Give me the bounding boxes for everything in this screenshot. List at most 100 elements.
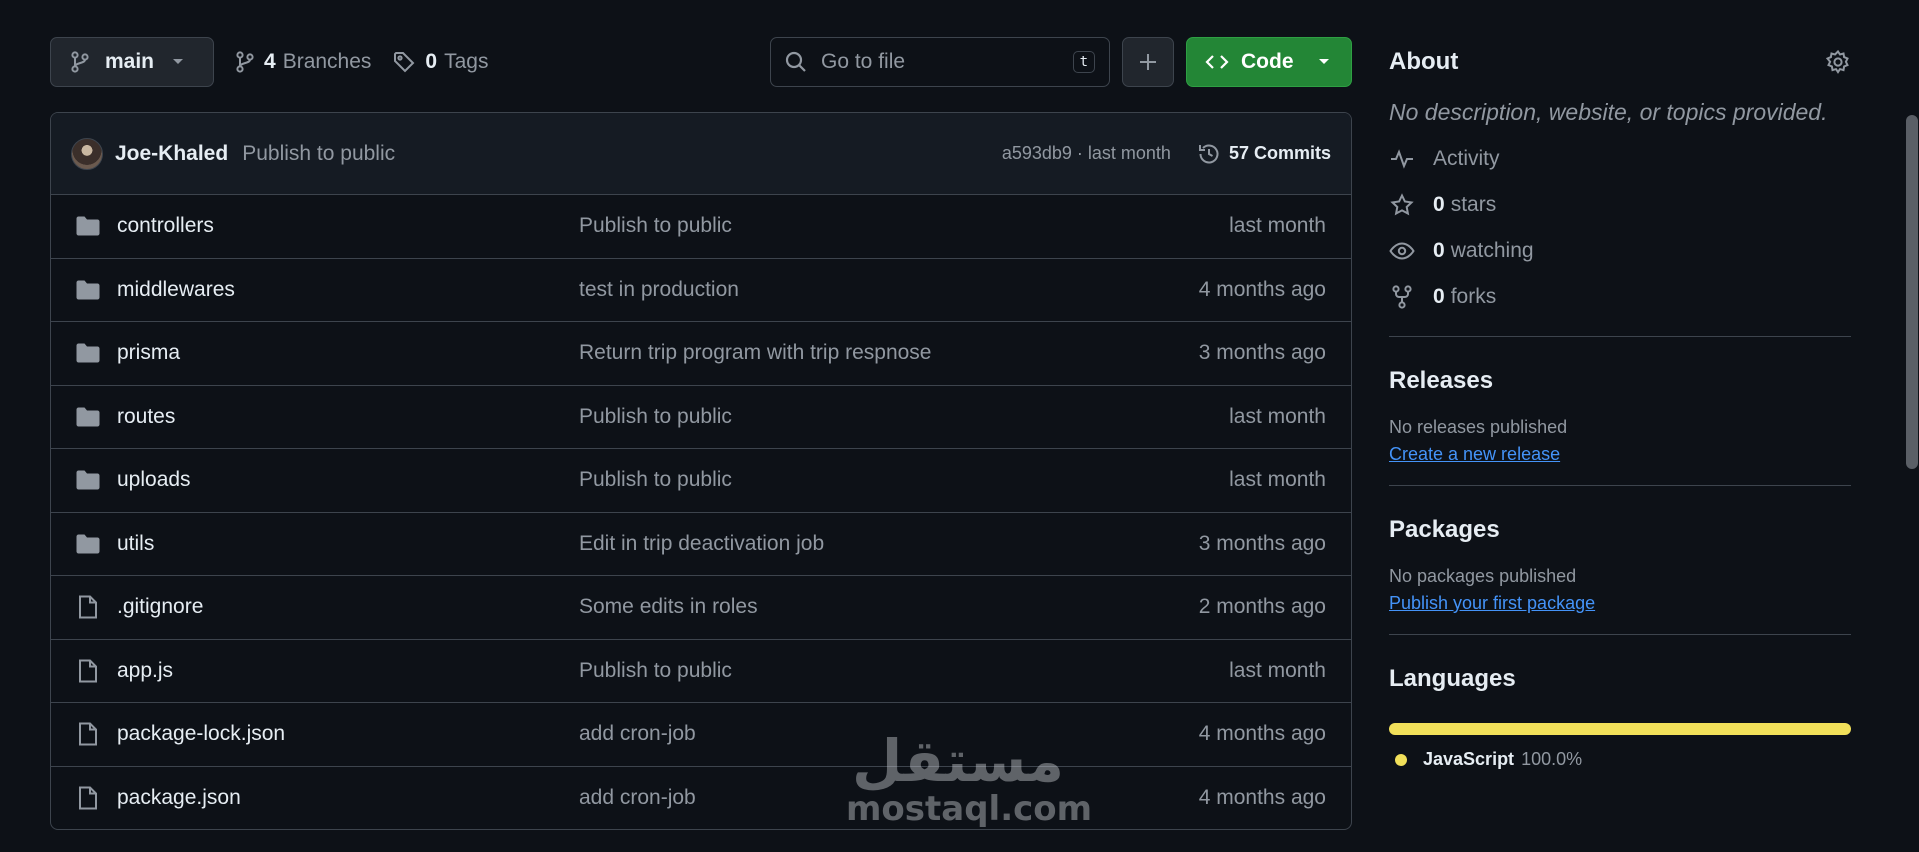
folder-icon — [75, 215, 101, 237]
fork-icon — [1389, 285, 1415, 309]
folder-icon — [75, 342, 101, 364]
table-row[interactable]: uploads Publish to public last month — [51, 449, 1351, 513]
file-name-link[interactable]: .gitignore — [117, 595, 579, 619]
file-commit-message-link[interactable]: test in production — [579, 278, 1199, 302]
releases-title[interactable]: Releases — [1389, 367, 1851, 395]
file-icon — [75, 721, 101, 747]
branch-selector-button[interactable]: main — [50, 37, 214, 87]
eye-icon — [1389, 241, 1415, 261]
folder-icon — [75, 533, 101, 555]
file-name-link[interactable]: app.js — [117, 659, 579, 683]
watching-label: watching — [1450, 239, 1534, 262]
languages-title: Languages — [1389, 665, 1516, 692]
code-button-label: Code — [1241, 50, 1294, 73]
language-name: JavaScript — [1423, 749, 1515, 769]
file-icon — [75, 785, 101, 811]
language-item-javascript[interactable]: JavaScript 100.0% — [1389, 749, 1851, 770]
file-name-link[interactable]: package-lock.json — [117, 722, 579, 746]
avatar[interactable] — [71, 137, 103, 170]
file-commit-message-link[interactable]: Some edits in roles — [579, 595, 1199, 619]
commit-sha-link[interactable]: a593db9 · last month — [1002, 143, 1171, 164]
file-commit-date: 4 months ago — [1198, 786, 1326, 810]
gear-icon[interactable] — [1825, 49, 1851, 75]
chevron-down-icon — [1318, 58, 1330, 66]
branches-count: 4 — [264, 50, 276, 73]
table-row[interactable]: package.json add cron-job 4 months ago — [51, 767, 1351, 830]
branch-name: main — [105, 50, 155, 73]
file-commit-date: last month — [1229, 658, 1326, 682]
file-icon — [75, 658, 101, 684]
repo-description: No description, website, or topics provi… — [1389, 99, 1828, 125]
tags-link[interactable]: 0 Tags — [393, 50, 488, 74]
sidebar-divider — [1389, 485, 1851, 486]
folder-icon — [75, 279, 101, 301]
file-commit-message-link[interactable]: Edit in trip deactivation job — [579, 532, 1199, 556]
commits-history-link[interactable]: 57 Commits — [1197, 142, 1331, 166]
packages-title[interactable]: Packages — [1389, 516, 1851, 544]
publish-package-link[interactable]: Publish your first package — [1389, 593, 1595, 614]
branches-link[interactable]: 4 Branches — [236, 50, 371, 74]
table-row[interactable]: routes Publish to public last month — [51, 386, 1351, 449]
watching-link[interactable]: 0 watching — [1389, 236, 1851, 266]
commits-count-label: 57 Commits — [1228, 143, 1331, 163]
pulse-icon — [1389, 149, 1415, 169]
chevron-down-icon — [172, 58, 184, 66]
latest-commit-bar: Joe-Khaled Publish to public a593db9 · l… — [51, 113, 1351, 195]
search-icon — [785, 51, 807, 73]
repo-stats: Activity 0 stars 0 watching 0 forks — [1389, 144, 1851, 312]
packages-empty-text: No packages published — [1389, 566, 1577, 586]
search-placeholder: Go to file — [821, 50, 906, 73]
table-row[interactable]: .gitignore Some edits in roles 2 months ag… — [51, 576, 1351, 640]
releases-section: Releases No releases published Create a … — [1389, 367, 1851, 465]
watching-count: 0 — [1433, 239, 1445, 262]
code-icon — [1205, 53, 1229, 71]
about-header: About — [1389, 37, 1851, 87]
go-to-file-input[interactable]: Go to file t — [770, 37, 1110, 87]
table-row[interactable]: utils Edit in trip deactivation job 3 mont… — [51, 513, 1351, 576]
file-commit-message-link[interactable]: Publish to public — [579, 468, 1229, 492]
table-row[interactable]: package-lock.json add cron-job 4 months ag… — [51, 703, 1351, 767]
add-file-button[interactable] — [1122, 37, 1174, 87]
file-name-link[interactable]: utils — [117, 532, 579, 556]
table-row[interactable]: app.js Publish to public last month — [51, 640, 1351, 703]
scrollbar-thumb[interactable] — [1906, 115, 1918, 469]
file-commit-date: 3 months ago — [1198, 341, 1326, 365]
file-commit-message-link[interactable]: Return trip program with trip respnose — [579, 341, 1199, 365]
commit-message-link[interactable]: Publish to public — [242, 142, 395, 166]
activity-label: Activity — [1433, 147, 1500, 170]
file-commit-message-link[interactable]: add cron-job — [579, 722, 1199, 746]
activity-link[interactable]: Activity — [1389, 144, 1851, 174]
stars-count: 0 — [1433, 193, 1445, 216]
file-commit-message-link[interactable]: add cron-job — [579, 786, 1199, 810]
file-name-link[interactable]: package.json — [117, 786, 579, 810]
table-row[interactable]: middlewares test in production 4 months ag… — [51, 259, 1351, 322]
commit-author-link[interactable]: Joe-Khaled — [115, 142, 228, 166]
releases-empty-text: No releases published — [1389, 417, 1568, 437]
language-percent: 100.0% — [1521, 749, 1583, 769]
tags-count: 0 — [425, 50, 438, 73]
page-scrollbar[interactable] — [1905, 0, 1919, 852]
file-commit-message-link[interactable]: Publish to public — [579, 405, 1229, 429]
forks-link[interactable]: 0 forks — [1389, 282, 1851, 312]
folder-icon — [75, 469, 101, 491]
file-commit-message-link[interactable]: Publish to public — [579, 659, 1229, 683]
forks-label: forks — [1450, 285, 1497, 308]
table-row[interactable]: prisma Return trip program with trip resp… — [51, 322, 1351, 386]
file-name-link[interactable]: middlewares — [117, 278, 579, 302]
file-commit-message-link[interactable]: Publish to public — [579, 214, 1229, 238]
language-bar — [1389, 723, 1851, 735]
code-button[interactable]: Code — [1186, 37, 1352, 87]
file-name-link[interactable]: controllers — [117, 214, 579, 238]
star-icon — [1389, 193, 1415, 217]
file-name-link[interactable]: prisma — [117, 341, 579, 365]
file-name-link[interactable]: routes — [117, 405, 579, 429]
tag-icon — [393, 51, 415, 73]
folder-icon — [75, 406, 101, 428]
file-name-link[interactable]: uploads — [117, 468, 579, 492]
file-commit-date: last month — [1229, 468, 1326, 492]
create-release-link[interactable]: Create a new release — [1389, 444, 1560, 465]
table-row[interactable]: controllers Publish to public last month — [51, 195, 1351, 259]
stars-link[interactable]: 0 stars — [1389, 190, 1851, 220]
repo-page: main 4 Branches 0 Tags Go to file t Code… — [0, 0, 1919, 852]
history-icon — [1197, 142, 1221, 166]
